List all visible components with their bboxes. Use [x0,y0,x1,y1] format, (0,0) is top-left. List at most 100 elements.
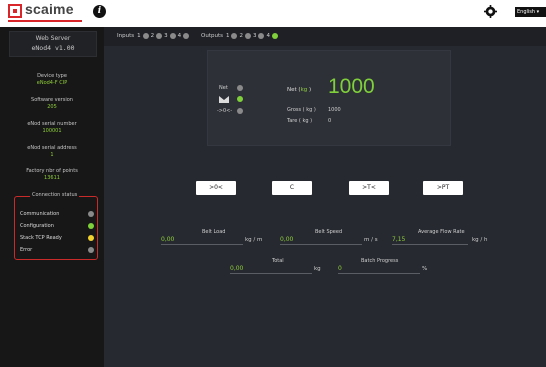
output-dot-icon [244,33,251,39]
inputs-label: Inputs [117,33,135,39]
belt-load-unit: kg / m [245,237,263,243]
flow-rate-unit: kg / h [472,237,488,243]
belt-speed-value: 0,00 [280,236,294,243]
connection-status-title: Connection status [30,192,80,198]
connection-label: Stack TCP Ready [20,235,62,241]
status-dot-icon [88,247,94,253]
output-number: 4 [266,33,270,39]
serial-address-value: 1 [50,152,54,158]
factory-points-field: Factory nbr of points 13611 [0,168,104,182]
zero-indicator-label: ->0<- [217,108,233,114]
output-number: 1 [225,33,230,39]
zero-button[interactable]: >0< [196,181,236,195]
flow-rate-label: Average Flow Rate [418,229,465,235]
device-type-label: Device type [37,73,67,79]
input-number: 1 [137,33,141,39]
input-dot-icon [142,33,149,39]
belt-load-underline [161,244,243,245]
status-dot-icon [88,211,94,217]
total-underline [230,273,312,274]
belt-speed-unit: m / s [364,237,378,243]
connection-label: Configuration [20,223,54,229]
logo-underline [8,20,82,22]
total-unit: kg [314,266,321,272]
flow-rate-value: 7,15 [392,236,406,243]
total-label: Total [272,258,284,264]
software-version-field: Software version 205 [0,97,104,111]
input-number: 3 [164,33,168,39]
tare-button[interactable]: >T< [349,181,389,195]
language-value: English [517,9,536,15]
software-version-label: Software version [31,97,73,103]
total-value: 0,00 [230,265,244,272]
net-label-close: ) [307,87,312,93]
sidebar-subtitle: eNod4 v1.00 [31,44,75,52]
batch-progress-value: 0 [338,265,342,272]
input-number: 4 [177,33,182,39]
io-status-bar: Inputs 1 2 3 4 Outputs 1 2 3 4 [104,27,546,46]
output-number: 2 [239,33,243,39]
output-dot-icon [271,33,278,39]
outputs-label: Outputs [201,33,223,39]
serial-number-label: eNod serial number [27,121,77,127]
inputs-group: Inputs 1 2 3 4 [117,33,190,39]
belt-load-label: Belt Load [202,229,226,235]
outputs-group: Outputs 1 2 3 4 [201,33,279,39]
clear-button[interactable]: C [272,181,312,195]
net-indicator-dot-icon [237,85,243,91]
weight-panel: Net ->0<- Net (kg ) 1000 Gross ( kg ) 10… [207,50,451,146]
tare-label: Tare ( kg ) [287,118,313,124]
output-dot-icon [258,33,265,39]
output-dot-icon [231,33,238,39]
info-icon[interactable]: i [93,5,106,18]
connection-label: Communication [20,211,60,217]
device-type-value: eNod4-F CIP [36,80,68,86]
connection-row-error: Error [20,245,94,255]
device-type-field: Device type eNod4-F CIP [0,73,104,87]
gear-icon[interactable] [484,5,497,18]
serial-address-label: eNod serial address [27,145,77,151]
connection-row-configuration: Configuration [20,221,94,231]
factory-points-label: Factory nbr of points [26,168,78,174]
brand-logo: scaime [25,1,74,17]
batch-progress-label: Batch Progress [361,258,399,264]
batch-progress-unit: % [422,266,428,272]
preset-tare-button[interactable]: >PT [423,181,463,195]
net-label-text: Net ( [287,87,301,93]
serial-address-field: eNod serial address 1 [0,145,104,159]
belt-speed-underline [280,244,362,245]
status-dot-icon [88,235,94,241]
input-dot-icon [169,33,176,39]
sidebar: Web Server eNod4 v1.00 Device type eNod4… [0,27,104,367]
input-number: 2 [150,33,155,39]
connection-status-box: Connection status Communication Configur… [14,192,98,260]
logo-icon [8,4,22,18]
tare-value: 0 [328,118,332,124]
net-weight-label: Net (kg ) [287,87,311,93]
input-dot-icon [156,33,163,39]
top-bar: scaime i English ▾ [0,0,546,27]
output-number: 3 [252,33,257,39]
net-weight-value: 1000 [328,75,375,98]
batch-progress-underline [338,273,420,274]
software-version-value: 205 [47,104,57,110]
connection-label: Error [20,247,33,253]
stable-indicator-dot-icon [237,96,243,102]
gross-label: Gross ( kg ) [287,107,316,113]
connection-row-communication: Communication [20,209,94,219]
serial-number-field: eNod serial number 100001 [0,121,104,135]
connection-row-stack-tcp: Stack TCP Ready [20,233,94,243]
net-indicator-label: Net [219,85,228,91]
zero-indicator-dot-icon [237,108,243,114]
belt-speed-label: Belt Speed [315,229,343,235]
status-dot-icon [88,223,94,229]
belt-load-value: 0,00 [161,236,175,243]
stable-icon [219,96,229,103]
flow-rate-underline [392,244,468,245]
serial-number-value: 100001 [42,128,62,134]
language-select[interactable]: English ▾ [515,7,546,17]
gross-value: 1000 [328,107,341,113]
factory-points-value: 13611 [44,175,60,181]
input-dot-icon [183,33,190,39]
sidebar-header: Web Server eNod4 v1.00 [9,31,97,57]
